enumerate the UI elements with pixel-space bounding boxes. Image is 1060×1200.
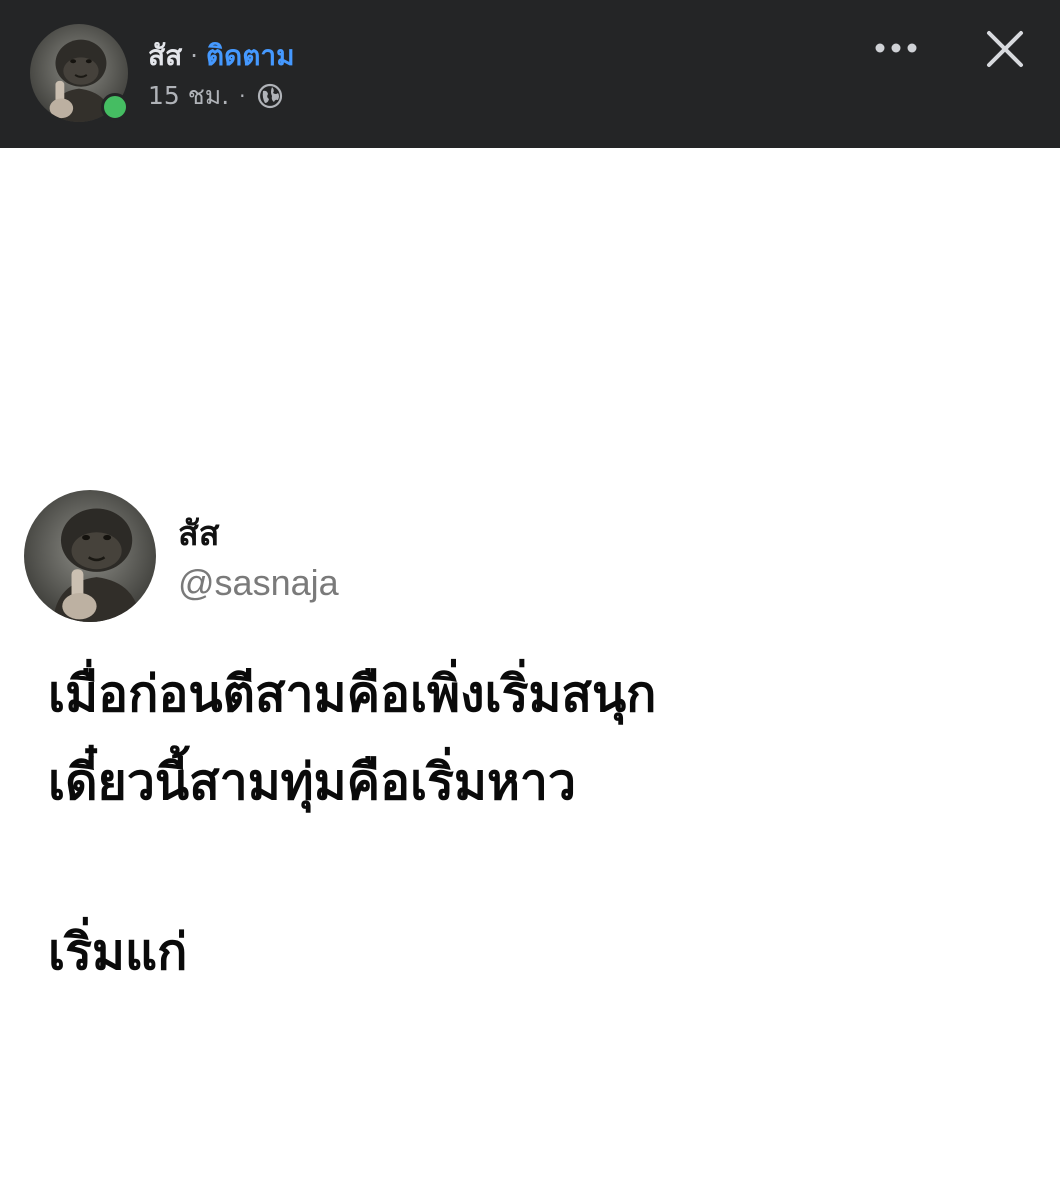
more-options-button[interactable] <box>868 28 924 68</box>
globe-icon[interactable] <box>256 82 284 110</box>
tweet-display-name: สัส <box>178 514 220 554</box>
name-separator: · <box>190 42 198 70</box>
gorilla-avatar-image <box>24 490 156 622</box>
post-header: สัส · ติดตาม 15 ชม. · <box>0 0 1060 148</box>
author-line: สัส · ติดตาม <box>148 36 295 76</box>
close-button[interactable] <box>980 24 1030 74</box>
close-icon <box>987 31 1023 67</box>
post-meta: 15 ชม. · <box>148 78 284 114</box>
tweet-text-line: เมื่อก่อนตีสามคือเพิ่งเริ่มสนุก <box>48 665 657 723</box>
tweet-handle: @sasnaja <box>178 562 339 603</box>
author-avatar[interactable] <box>30 24 129 122</box>
tweet-text-line: เดี๋ยวนี้สามทุ่มคือเริ่มหาว <box>48 753 577 811</box>
more-dots-icon <box>875 43 917 53</box>
post-time[interactable]: 15 ชม. <box>148 76 229 116</box>
author-name[interactable]: สัส <box>148 34 182 78</box>
follow-button[interactable]: ติดตาม <box>206 34 295 78</box>
meta-separator: · <box>239 84 246 108</box>
online-status-indicator <box>101 93 129 121</box>
tweet-author-avatar <box>24 490 156 622</box>
tweet-text-line: เริ่มแก่ <box>48 923 188 981</box>
post-viewer: สัส · ติดตาม 15 ชม. · สัส @sasnaja เมื่อ… <box>0 0 1060 1200</box>
